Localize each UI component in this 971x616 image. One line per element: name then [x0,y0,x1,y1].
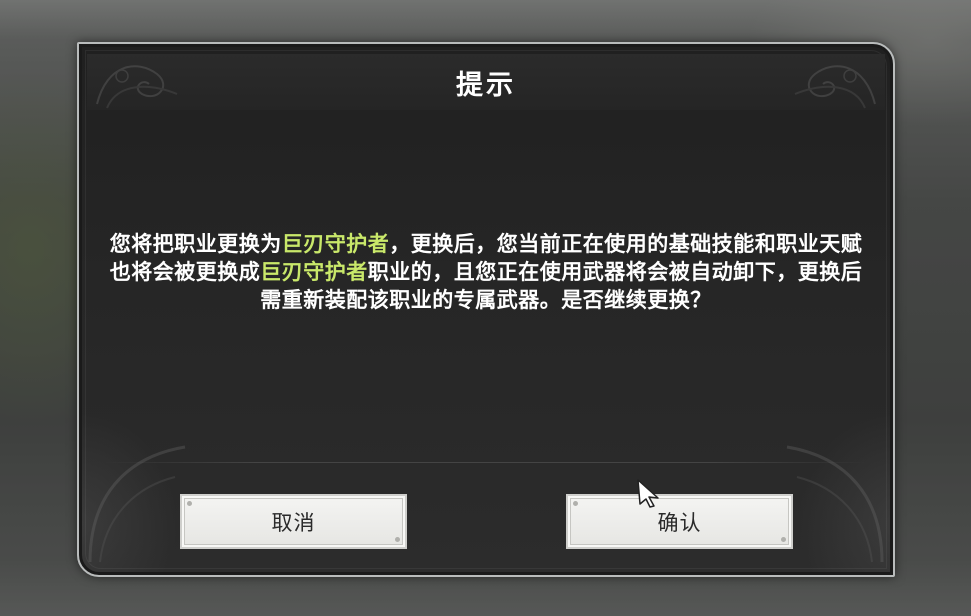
button-corner-dot [187,501,192,506]
cancel-button[interactable]: 取消 [180,494,407,549]
left-ornament-icon [96,65,178,109]
class-change-dialog: 提示 您将把职业更换为巨刃守护者，更换后，您当前正在使用的基础技能和职业天赋也将… [77,42,895,577]
button-corner-dot [781,537,786,542]
dialog-title-bar: 提示 [87,54,885,110]
confirm-button-label: 确认 [657,510,702,535]
class-name-highlight: 巨刃守护者 [281,232,390,256]
button-corner-dot [573,501,578,506]
cancel-button-label: 取消 [271,510,316,535]
right-ornament-icon [794,65,876,109]
confirm-button[interactable]: 确认 [566,494,793,549]
class-name-highlight: 巨刃守护者 [260,260,368,284]
button-corner-dot [395,537,400,542]
mouse-pointer-icon [637,479,659,508]
dialog-title: 提示 [456,69,516,101]
message-text-1: 您将把职业更换为 [109,232,282,256]
dialog-message: 您将把职业更换为巨刃守护者，更换后，您当前正在使用的基础技能和职业天赋也将会被更… [109,230,863,314]
button-divider [103,462,869,463]
